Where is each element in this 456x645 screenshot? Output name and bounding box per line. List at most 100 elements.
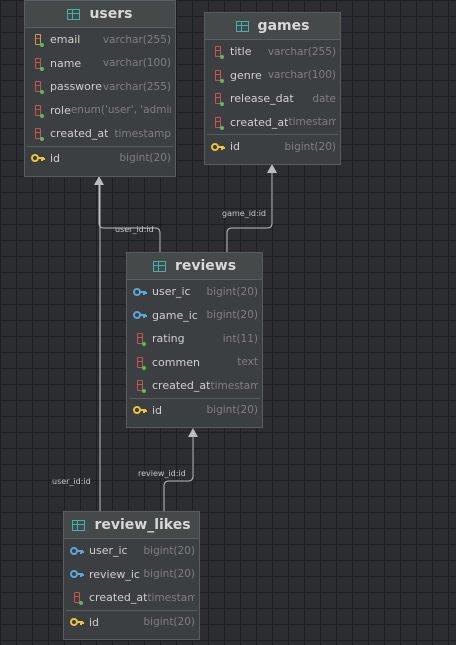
column-name: id (230, 140, 241, 154)
column-type: bigint(20) (119, 152, 172, 165)
column-unique-icon (31, 33, 45, 48)
column-icon (211, 115, 225, 130)
arrow-users (94, 176, 104, 185)
primary-key-row[interactable]: id bigint(20) (205, 135, 340, 159)
column-type: enum('user', 'admin') (70, 104, 171, 117)
column-row[interactable]: created_attimestamp (127, 374, 262, 398)
column-name: name (50, 56, 82, 70)
column-icon (31, 80, 45, 95)
foreign-key-icon (133, 308, 147, 322)
column-icon (133, 379, 147, 394)
table-name: reviews (174, 258, 237, 274)
column-type: int(11) (222, 332, 258, 345)
table-name: review_likes (94, 517, 191, 533)
column-name: email (50, 33, 81, 47)
column-name: passwore (50, 80, 102, 94)
table-icon (67, 8, 81, 20)
table-review-likes[interactable]: review_likes user_ic bigint(20) review_ic bi… (63, 511, 200, 640)
column-type: bigint(20) (206, 309, 259, 322)
column-type: bigint(20) (206, 404, 259, 417)
column-name: user_ic (89, 544, 128, 558)
column-type: varchar(255) (267, 45, 336, 58)
column-name: rating (152, 332, 185, 346)
table-header[interactable]: games (205, 13, 340, 40)
column-icon (31, 127, 45, 142)
column-icon (133, 332, 147, 347)
column-row[interactable]: created_attimestamp (64, 586, 199, 610)
column-row[interactable]: roleenum('user', 'admin') (25, 99, 175, 123)
column-row[interactable]: user_ic bigint(20) (127, 280, 262, 304)
column-type: varchar(100) (267, 69, 336, 82)
column-row[interactable]: created_at timestamp (25, 122, 175, 146)
column-icon (31, 56, 45, 71)
link-reviews-users (98, 184, 161, 252)
column-type: timestamp (114, 127, 171, 140)
column-row[interactable]: rating int(11) (127, 327, 262, 351)
column-type: varchar(255) (102, 33, 171, 46)
column-type: bigint(20) (143, 616, 196, 629)
relation-label-reviews-games: game_id:id (222, 209, 266, 218)
column-name: id (152, 403, 163, 417)
table-icon (72, 519, 86, 531)
column-row[interactable]: review_ic bigint(20) (64, 563, 199, 587)
table-users[interactable]: users email varchar(255) name varchar(100) pa… (24, 0, 176, 177)
column-row[interactable]: commen text (127, 351, 262, 375)
column-row[interactable]: title varchar(255) (205, 40, 340, 64)
column-icon (211, 45, 225, 60)
foreign-key-icon (70, 544, 84, 558)
column-name: created_at (152, 379, 211, 393)
foreign-key-icon (70, 567, 84, 581)
column-type: timestamp (147, 591, 195, 604)
column-row[interactable]: user_ic bigint(20) (64, 539, 199, 563)
column-name: role (50, 103, 71, 117)
table-header[interactable]: review_likes (64, 512, 199, 539)
foreign-key-icon (133, 285, 147, 299)
column-type: text (237, 356, 258, 369)
primary-key-icon (70, 615, 84, 629)
column-type: varchar(255) (102, 80, 171, 93)
relation-label-likes-reviews: review_id:id (138, 469, 186, 478)
column-name: id (50, 151, 61, 165)
column-name: release_dat (230, 92, 294, 106)
column-type: bigint(20) (143, 544, 196, 557)
primary-key-row[interactable]: id bigint(20) (25, 147, 175, 171)
primary-key-row[interactable]: id bigint(20) (127, 399, 262, 423)
primary-key-icon (31, 151, 45, 165)
table-header[interactable]: users (25, 1, 175, 28)
column-name: game_ic (152, 308, 198, 322)
column-icon (211, 68, 225, 83)
primary-key-row[interactable]: id bigint(20) (64, 611, 199, 635)
table-games[interactable]: games title varchar(255) genre varchar(100) r… (204, 12, 341, 165)
column-row[interactable]: game_ic bigint(20) (127, 304, 262, 328)
table-name: users (89, 6, 133, 22)
column-name: title (230, 45, 252, 59)
column-icon (31, 103, 45, 118)
table-header[interactable]: reviews (127, 253, 262, 280)
column-name: created_at (89, 591, 148, 605)
column-row[interactable]: genre varchar(100) (205, 64, 340, 88)
column-name: commen (152, 355, 200, 369)
column-type: timestamp (288, 116, 336, 129)
table-icon (152, 260, 166, 272)
column-icon (133, 355, 147, 370)
column-row[interactable]: email varchar(255) (25, 28, 175, 52)
relation-label-reviews-users: user_id:id (115, 225, 154, 234)
column-name: created_at (230, 115, 289, 129)
column-icon (211, 92, 225, 107)
column-name: user_ic (152, 285, 191, 299)
column-row[interactable]: name varchar(100) (25, 52, 175, 76)
primary-key-icon (133, 403, 147, 417)
table-icon (235, 20, 249, 32)
relation-label-likes-users: user_id:id (52, 477, 91, 486)
arrow-games (267, 164, 277, 173)
table-reviews[interactable]: reviews user_ic bigint(20) game_ic bigint(20… (126, 252, 263, 428)
primary-key-icon (211, 140, 225, 154)
column-row[interactable]: release_dat date (205, 87, 340, 111)
column-name: genre (230, 68, 262, 82)
column-type: timestamp (210, 379, 258, 392)
column-name: created_at (50, 127, 109, 141)
column-row[interactable]: passwore varchar(255) (25, 75, 175, 99)
column-type: bigint(20) (143, 568, 196, 581)
column-row[interactable]: created_attimestamp (205, 111, 340, 135)
column-type: bigint(20) (206, 285, 259, 298)
